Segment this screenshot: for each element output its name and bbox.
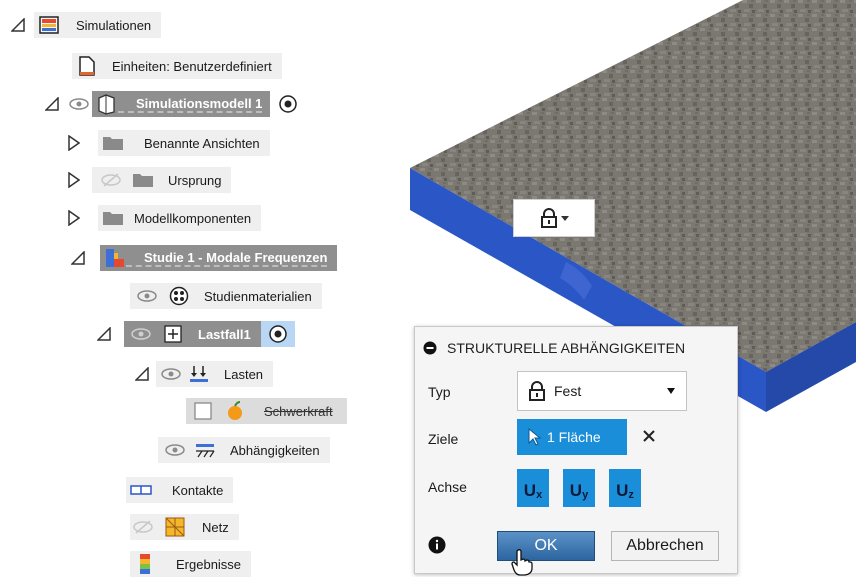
tree-label: Studienmaterialien bbox=[204, 288, 312, 304]
tree-node-components[interactable]: Modellkomponenten bbox=[66, 205, 262, 231]
expanded-triangle-icon[interactable] bbox=[10, 17, 26, 33]
lock-icon bbox=[541, 208, 557, 228]
expanded-triangle-icon[interactable] bbox=[96, 326, 112, 342]
mesh-icon bbox=[164, 516, 186, 538]
tree-node-results[interactable]: Ergebnisse bbox=[130, 551, 252, 577]
axis-main: U bbox=[523, 481, 537, 500]
tree-node-study[interactable]: Studie 1 - Modale Frequenzen bbox=[70, 245, 338, 271]
eye-icon[interactable] bbox=[68, 93, 90, 115]
cancel-button[interactable]: Abbrechen bbox=[611, 531, 719, 561]
document-icon bbox=[76, 55, 98, 77]
tree-label: Ursprung bbox=[168, 172, 222, 188]
tree-label: Simulationsmodell 1 bbox=[118, 96, 263, 113]
targets-selection-button[interactable]: 1 Fläche bbox=[517, 419, 627, 455]
tree-label: Abhängigkeiten bbox=[230, 442, 320, 458]
checkbox[interactable] bbox=[192, 400, 214, 422]
collapsed-triangle-icon[interactable] bbox=[66, 135, 82, 151]
loads-icon bbox=[188, 363, 210, 385]
tree-label: Schwerkraft bbox=[264, 403, 333, 419]
eye-icon[interactable] bbox=[130, 323, 152, 345]
expanded-triangle-icon[interactable] bbox=[134, 366, 150, 382]
type-label: Typ bbox=[428, 384, 451, 400]
hand-cursor-icon bbox=[511, 549, 533, 576]
eye-icon[interactable] bbox=[136, 285, 158, 307]
constraint-icon bbox=[194, 439, 216, 461]
tree-node-gravity[interactable]: Schwerkraft bbox=[186, 398, 347, 424]
chevron-down-icon bbox=[561, 216, 569, 221]
tree-label: Modellkomponenten bbox=[134, 210, 252, 226]
tree-label: Ergebnisse bbox=[176, 556, 242, 572]
type-dropdown[interactable]: Fest bbox=[517, 371, 687, 411]
cancel-label: Abbrechen bbox=[626, 537, 704, 554]
tree-node-named-views[interactable]: Benannte Ansichten bbox=[66, 130, 270, 156]
material-icon bbox=[168, 285, 190, 307]
chevron-down-icon bbox=[666, 387, 676, 395]
study-icon bbox=[104, 247, 126, 269]
expanded-triangle-icon[interactable] bbox=[70, 250, 86, 266]
simulation-icon bbox=[38, 14, 60, 36]
tree-label: Netz bbox=[202, 519, 229, 535]
tree-node-constraints[interactable]: Abhängigkeiten bbox=[158, 437, 330, 463]
tree-label: Lastfall1 bbox=[198, 326, 251, 342]
structural-constraints-dialog: STRUKTURELLE ABHÄNGIGKEITEN Typ Fest Zie… bbox=[414, 326, 738, 574]
contacts-icon bbox=[130, 479, 152, 501]
tree-node-materials[interactable]: Studienmaterialien bbox=[130, 283, 322, 309]
collapsed-triangle-icon[interactable] bbox=[66, 172, 82, 188]
axis-uy-toggle[interactable]: Uy bbox=[563, 469, 595, 507]
eye-icon[interactable] bbox=[160, 363, 182, 385]
dialog-header[interactable]: STRUKTURELLE ABHÄNGIGKEITEN bbox=[415, 327, 737, 369]
axis-sub: x bbox=[536, 489, 543, 501]
tree-label: Studie 1 - Modale Frequenzen bbox=[126, 250, 328, 267]
activate-target-icon[interactable] bbox=[260, 321, 295, 347]
eye-icon[interactable] bbox=[164, 439, 186, 461]
expanded-triangle-icon[interactable] bbox=[44, 96, 60, 112]
loadcase-icon bbox=[162, 323, 184, 345]
axis-main: U bbox=[569, 481, 583, 500]
ok-label: OK bbox=[534, 537, 558, 554]
tree-node-model[interactable]: Simulationsmodell 1 bbox=[44, 91, 300, 117]
tree-node-origin[interactable]: Ursprung bbox=[66, 167, 232, 193]
cursor-arrow-icon bbox=[527, 428, 543, 446]
tree-node-simulations[interactable]: Simulationen bbox=[10, 12, 162, 38]
tree-label: Lasten bbox=[224, 366, 264, 382]
collapse-icon[interactable] bbox=[423, 341, 437, 355]
axis-label: Achse bbox=[428, 479, 467, 495]
folder-icon bbox=[132, 169, 154, 191]
tree-label: Kontakte bbox=[172, 482, 224, 498]
apple-gravity-icon bbox=[224, 400, 246, 422]
folder-icon bbox=[102, 132, 124, 154]
clear-selection-icon[interactable] bbox=[641, 428, 657, 444]
tree-label: Benannte Ansichten bbox=[144, 135, 260, 151]
tree-node-loads[interactable]: Lasten bbox=[134, 361, 274, 387]
component-model-icon bbox=[96, 93, 118, 115]
tree-node-units[interactable]: Einheiten: Benutzerdefiniert bbox=[72, 53, 282, 79]
axis-sub: z bbox=[628, 489, 634, 501]
lock-icon bbox=[528, 381, 546, 401]
tree-label: Simulationen bbox=[76, 17, 152, 33]
lock-constraint-popup[interactable] bbox=[513, 199, 595, 237]
tree-node-contacts[interactable]: Kontakte bbox=[126, 477, 234, 503]
eye-hidden-icon[interactable] bbox=[132, 516, 154, 538]
results-icon bbox=[134, 553, 156, 575]
axis-uz-toggle[interactable]: Uz bbox=[609, 469, 641, 507]
type-value: Fest bbox=[554, 383, 582, 399]
eye-hidden-icon[interactable] bbox=[100, 169, 122, 191]
activate-target-icon[interactable] bbox=[276, 92, 300, 116]
axis-ux-toggle[interactable]: Ux bbox=[517, 469, 549, 507]
tree-node-loadcase[interactable]: Lastfall1 bbox=[96, 321, 295, 347]
targets-label: Ziele bbox=[428, 431, 459, 447]
dialog-title: STRUKTURELLE ABHÄNGIGKEITEN bbox=[447, 340, 686, 356]
axis-sub: y bbox=[582, 489, 589, 501]
tree-label: Einheiten: Benutzerdefiniert bbox=[112, 58, 272, 74]
folder-icon bbox=[102, 207, 124, 229]
axis-main: U bbox=[616, 481, 629, 500]
targets-value: 1 Fläche bbox=[547, 429, 601, 445]
tree-node-mesh[interactable]: Netz bbox=[130, 514, 239, 540]
info-icon[interactable] bbox=[428, 536, 446, 554]
collapsed-triangle-icon[interactable] bbox=[66, 210, 82, 226]
